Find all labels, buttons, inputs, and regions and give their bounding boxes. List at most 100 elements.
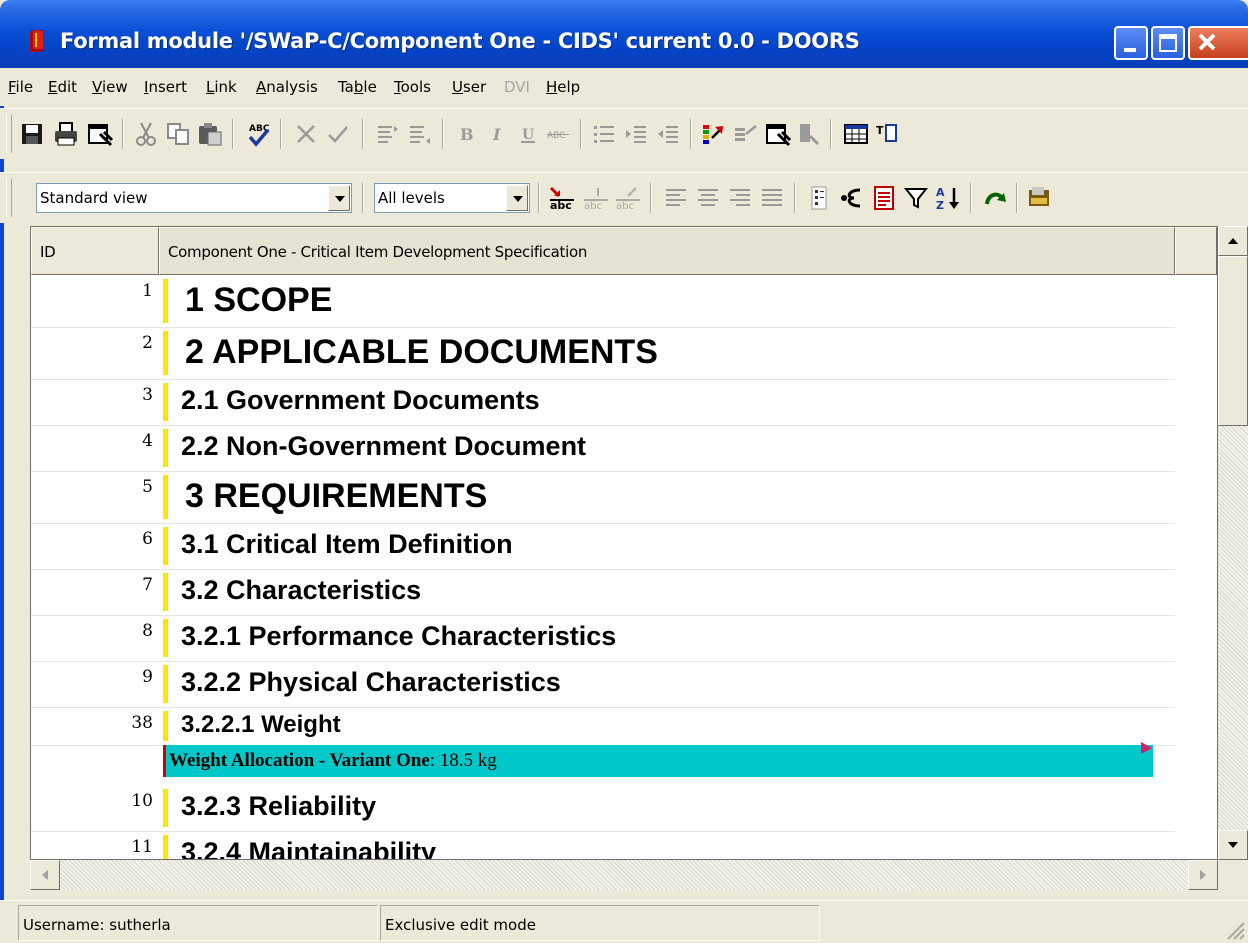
copy-icon[interactable] <box>164 120 192 148</box>
scroll-up-button[interactable] <box>1218 226 1248 256</box>
module-properties-icon[interactable] <box>764 120 792 148</box>
delete-icon[interactable] <box>292 120 320 148</box>
object-heading[interactable]: 3.2.2.1 Weight <box>181 711 341 739</box>
object-row[interactable]: 4 2.2 Non-Government Document <box>31 425 1175 472</box>
menu-file[interactable]: File <box>8 78 33 96</box>
object-row[interactable]: 8 3.2.1 Performance Characteristics <box>31 615 1175 662</box>
bold-icon[interactable]: B <box>452 120 480 148</box>
italic-icon[interactable]: I <box>484 120 512 148</box>
scroll-left-button[interactable] <box>30 860 60 890</box>
object-row[interactable]: 10 3.2.3 Reliability <box>31 785 1175 832</box>
chevron-down-icon[interactable] <box>328 185 350 211</box>
sort-icon[interactable]: AZ <box>934 184 962 212</box>
object-row[interactable]: 9 3.2.2 Physical Characteristics <box>31 661 1175 708</box>
paste-icon[interactable] <box>196 120 224 148</box>
menu-insert[interactable]: Insert <box>144 78 187 96</box>
view-select[interactable]: Standard view <box>36 183 352 213</box>
object-heading[interactable]: 3.2.2 Physical Characteristics <box>181 667 561 698</box>
outdent-icon[interactable] <box>374 120 402 148</box>
menu-edit[interactable]: Edit <box>48 78 77 96</box>
resize-grip-icon[interactable] <box>1222 917 1246 941</box>
menu-view[interactable]: View <box>92 78 128 96</box>
follow-link-icon[interactable] <box>838 184 866 212</box>
object-heading[interactable]: 2.1 Government Documents <box>181 385 540 416</box>
menu-help[interactable]: Help <box>546 78 580 96</box>
link-icon[interactable] <box>796 120 824 148</box>
doors-app-icon[interactable] <box>30 30 44 52</box>
underline-icon[interactable]: U <box>514 120 542 148</box>
toolbar-separator <box>122 119 124 149</box>
object-row[interactable]: 1 1 SCOPE <box>31 275 1175 328</box>
maximize-button[interactable] <box>1151 26 1185 60</box>
indent-icon[interactable] <box>406 120 434 148</box>
menu-link[interactable]: Link <box>206 78 237 96</box>
show-objects-icon[interactable]: abc <box>548 184 576 212</box>
object-heading[interactable]: 3.1 Critical Item Definition <box>181 529 513 560</box>
table-icon[interactable] <box>842 120 870 148</box>
attribute-row[interactable]: Weight Allocation - Variant One: 18.5 kg <box>163 742 1153 777</box>
print-icon[interactable] <box>52 120 80 148</box>
decrease-indent-icon[interactable] <box>654 120 682 148</box>
attributes-icon[interactable] <box>806 184 834 212</box>
link-start-icon[interactable] <box>700 120 728 148</box>
close-button[interactable] <box>1188 26 1248 60</box>
object-heading[interactable]: 2 APPLICABLE DOCUMENTS <box>185 333 658 372</box>
menu-user[interactable]: User <box>452 78 486 96</box>
link-end-icon[interactable] <box>732 120 760 148</box>
dxl-icon[interactable] <box>1026 184 1054 212</box>
vertical-scrollbar[interactable] <box>1218 226 1248 860</box>
title-bar[interactable]: Formal module '/SWaP-C/Component One - C… <box>0 0 1248 68</box>
menu-tools[interactable]: Tools <box>394 78 431 96</box>
chevron-down-icon[interactable] <box>506 185 528 211</box>
accept-icon[interactable] <box>324 120 352 148</box>
object-heading[interactable]: 3 REQUIREMENTS <box>185 477 487 516</box>
scroll-thumb[interactable] <box>1218 256 1248 426</box>
object-row[interactable]: 38 3.2.2.1 Weight <box>31 707 1175 746</box>
hide-links-icon[interactable]: abc <box>614 184 642 212</box>
object-row[interactable]: 6 3.1 Critical Item Definition <box>31 523 1175 570</box>
menu-dvi[interactable]: DVI <box>504 78 530 96</box>
align-left-icon[interactable] <box>662 184 690 212</box>
show-links-icon[interactable]: abc <box>582 184 610 212</box>
document-icon[interactable] <box>870 184 898 212</box>
spellcheck-icon[interactable]: ABC <box>244 120 272 148</box>
insert-column-icon[interactable]: T <box>874 120 902 148</box>
save-icon[interactable] <box>18 120 46 148</box>
level-select[interactable]: All levels <box>374 183 530 213</box>
menu-table[interactable]: Table <box>338 78 377 96</box>
filter-icon[interactable] <box>902 184 930 212</box>
bullets-icon[interactable] <box>590 120 618 148</box>
align-right-icon[interactable] <box>726 184 754 212</box>
object-row[interactable]: 5 3 REQUIREMENTS <box>31 471 1175 524</box>
scroll-down-button[interactable] <box>1218 830 1248 860</box>
scroll-track[interactable] <box>60 860 1188 890</box>
minimize-button[interactable] <box>1114 26 1148 60</box>
object-heading[interactable]: 3.2.4 Maintainability <box>181 837 436 859</box>
object-row[interactable]: 7 3.2 Characteristics <box>31 569 1175 616</box>
menu-analysis[interactable]: Analysis <box>256 78 318 96</box>
redo-icon[interactable] <box>982 184 1010 212</box>
cut-icon[interactable] <box>132 120 160 148</box>
object-row[interactable]: 3 2.1 Government Documents <box>31 379 1175 426</box>
object-heading[interactable]: 1 SCOPE <box>185 281 332 320</box>
object-row[interactable]: 11 3.2.4 Maintainability <box>31 831 1175 859</box>
justify-icon[interactable] <box>758 184 786 212</box>
link-flag-icon[interactable] <box>1139 741 1153 755</box>
object-heading[interactable]: 3.2 Characteristics <box>181 575 421 606</box>
horizontal-scrollbar[interactable] <box>30 860 1218 890</box>
strikethrough-icon[interactable]: ABC <box>544 120 572 148</box>
column-header-main[interactable]: Component One - Critical Item Developmen… <box>159 227 1175 275</box>
align-center-icon[interactable] <box>694 184 722 212</box>
properties-icon[interactable] <box>86 120 114 148</box>
toolbar-grip[interactable] <box>6 179 12 217</box>
toolbar-grip[interactable] <box>6 115 12 153</box>
object-heading[interactable]: 2.2 Non-Government Document <box>181 431 586 462</box>
object-heading[interactable]: 3.2.3 Reliability <box>181 791 376 822</box>
increase-indent-icon[interactable] <box>622 120 650 148</box>
scroll-track[interactable] <box>1218 426 1248 830</box>
scroll-right-button[interactable] <box>1188 860 1218 890</box>
column-header-id[interactable]: ID <box>31 227 159 275</box>
object-heading[interactable]: 3.2.1 Performance Characteristics <box>181 621 616 652</box>
object-row[interactable]: 2 2 APPLICABLE DOCUMENTS <box>31 327 1175 380</box>
module-grid[interactable]: ID Component One - Critical Item Develop… <box>30 226 1218 860</box>
